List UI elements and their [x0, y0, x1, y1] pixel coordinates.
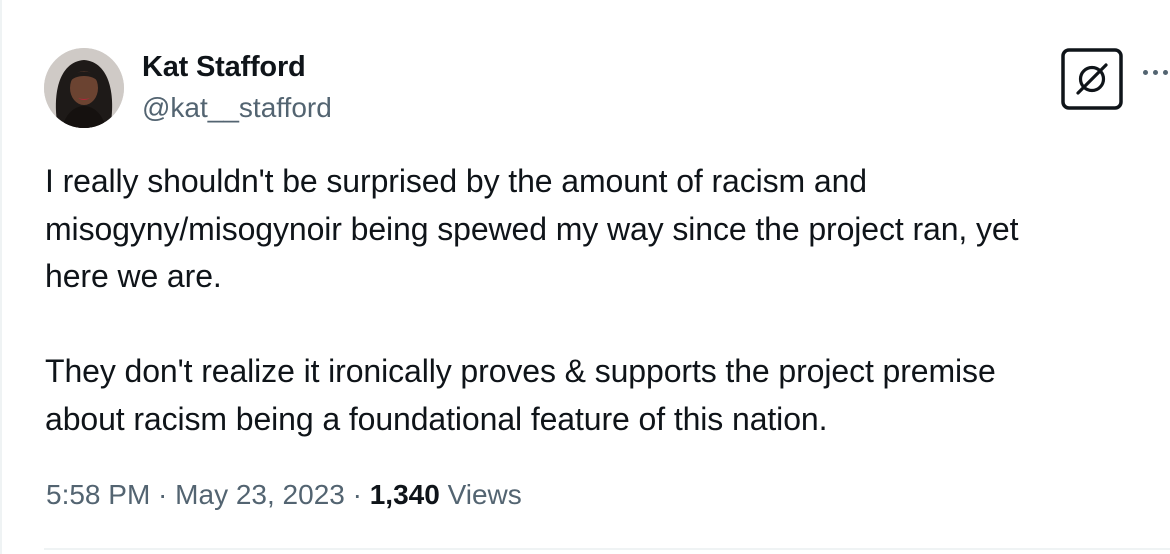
tweet-card: Kat Stafford @kat__stafford I really sho… [0, 0, 1170, 554]
more-options-button[interactable] [1143, 52, 1170, 92]
more-icon [1143, 69, 1148, 75]
grok-button[interactable] [1061, 48, 1123, 110]
avatar[interactable] [44, 48, 124, 128]
author-display-name[interactable]: Kat Stafford [142, 51, 306, 84]
tweet-meta: 5:58 PM · May 23, 2023 · 1,340 Views [46, 479, 522, 511]
divider [44, 548, 1170, 550]
tweet-text: I really shouldn't be surprised by the a… [45, 158, 1145, 443]
more-icon-dot [1163, 69, 1168, 75]
tweet-time[interactable]: 5:58 PM [46, 479, 150, 510]
author-handle[interactable]: @kat__stafford [142, 92, 332, 124]
views-label: Views [447, 479, 522, 510]
meta-separator: · [344, 479, 370, 510]
views-count: 1,340 [369, 479, 440, 510]
meta-separator: · [150, 479, 176, 510]
avatar-image [44, 48, 124, 128]
more-icon-dot [1153, 69, 1158, 75]
tweet-paragraph: They don't realize it ironically proves … [45, 353, 996, 437]
grok-icon [1061, 48, 1123, 110]
tweet-paragraph: I really shouldn't be surprised by the a… [45, 163, 1019, 294]
tweet-date[interactable]: May 23, 2023 [175, 479, 345, 510]
